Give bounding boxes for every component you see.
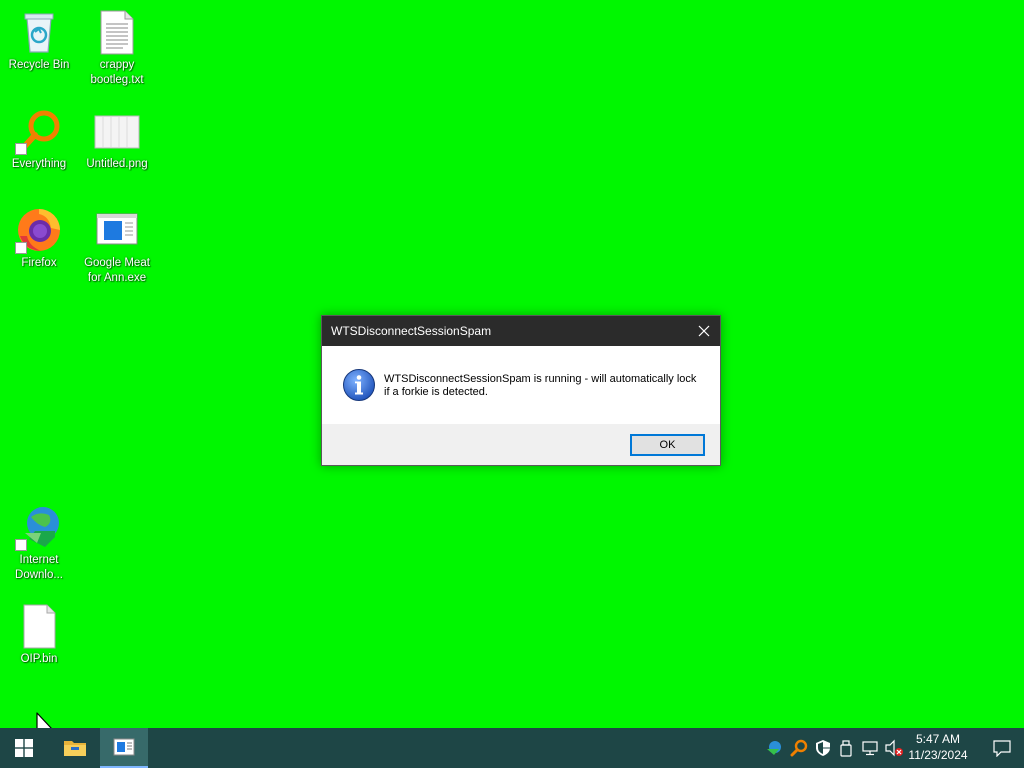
text-file-icon [93, 8, 141, 56]
clock-date: 11/23/2024 [908, 748, 968, 762]
blank-file-icon [15, 602, 63, 650]
desktop-icon-crappy-bootleg[interactable]: crappy bootleg.txt [79, 8, 155, 88]
desktop-icon-firefox[interactable]: Firefox [1, 206, 77, 271]
dialog-body: WTSDisconnectSessionSpam is running - wi… [322, 346, 720, 424]
desktop-icon-label: Firefox [21, 257, 57, 269]
tray-idm-icon[interactable] [764, 738, 784, 758]
desktop-icon-label: Internet Downlo... [15, 554, 63, 581]
network-icon [862, 741, 878, 756]
ok-button[interactable]: OK [630, 434, 705, 456]
recycle-bin-icon [15, 8, 63, 56]
folder-icon [64, 741, 86, 756]
dialog-close-button[interactable] [688, 316, 720, 346]
exe-window-icon [93, 206, 141, 254]
desktop-icon-label: crappy bootleg.txt [90, 59, 144, 86]
shield-icon [816, 740, 830, 756]
tray-everything-icon[interactable] [789, 738, 809, 758]
info-icon [343, 369, 375, 401]
internet-download-manager-icon [15, 503, 63, 551]
desktop-icon-label: Untitled.png [86, 158, 148, 170]
taskbar-file-explorer-button[interactable] [51, 728, 99, 768]
everything-search-icon [15, 107, 63, 155]
dialog-titlebar[interactable]: WTSDisconnectSessionSpam [322, 316, 720, 346]
desktop-icon-label: Google Meat for Ann.exe [84, 257, 150, 284]
usb-device-icon [840, 740, 852, 757]
shortcut-arrow-icon [15, 242, 27, 254]
taskbar-clock[interactable]: 5:47 AM 11/23/2024 [900, 731, 976, 763]
dialog-footer: OK [322, 424, 720, 465]
tray-network-icon[interactable] [860, 738, 880, 758]
clock-time: 5:47 AM [915, 732, 961, 746]
desktop-icon-label: OIP.bin [20, 653, 58, 665]
notification-icon [993, 740, 1011, 757]
close-icon [698, 325, 710, 337]
desktop-icon-label: Everything [11, 158, 67, 170]
windows-logo-icon [15, 739, 33, 757]
desktop-icon-internet-download-manager[interactable]: Internet Downlo... [1, 503, 77, 583]
taskbar-app-button[interactable] [100, 728, 148, 768]
tray-usb-icon[interactable] [836, 738, 856, 758]
desktop-icon-everything[interactable]: Everything [1, 107, 77, 172]
start-button[interactable] [0, 728, 48, 768]
shortcut-arrow-icon [15, 143, 27, 155]
dialog-title: WTSDisconnectSessionSpam [331, 324, 492, 338]
shortcut-arrow-icon [15, 539, 27, 551]
desktop-icon-oip-bin[interactable]: OIP.bin [1, 602, 77, 667]
taskbar: 5:47 AM 11/23/2024 [0, 728, 1024, 768]
dialog-message: WTSDisconnectSessionSpam is running - wi… [384, 373, 697, 398]
notification-center-button[interactable] [980, 728, 1024, 768]
firefox-icon [15, 206, 63, 254]
desktop-icon-google-meat[interactable]: Google Meat for Ann.exe [79, 206, 155, 286]
app-window-icon [113, 738, 135, 756]
image-file-icon [93, 107, 141, 155]
desktop-icon-untitled-png[interactable]: Untitled.png [79, 107, 155, 172]
desktop: Recycle Bin crappy bootleg.txt Everythin… [0, 0, 1024, 740]
message-dialog: WTSDisconnectSessionSpam WTSDisconnectSe… [321, 315, 721, 466]
search-icon [790, 739, 808, 757]
tray-security-icon[interactable] [813, 738, 833, 758]
download-manager-icon [767, 741, 781, 755]
desktop-icon-label: Recycle Bin [8, 59, 70, 71]
desktop-icon-recycle-bin[interactable]: Recycle Bin [1, 8, 77, 73]
